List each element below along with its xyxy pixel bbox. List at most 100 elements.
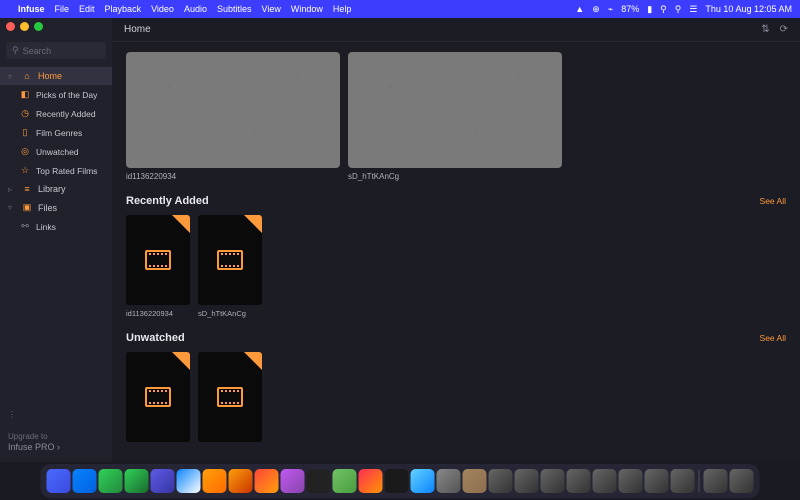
sidebar-item-label: Library — [38, 184, 66, 194]
dock-app-finder[interactable] — [47, 469, 71, 493]
sidebar-item-label: Film Genres — [36, 128, 82, 138]
macos-dock — [41, 464, 760, 498]
upgrade-promo[interactable]: ⋮ Upgrade to Infuse PRO › — [0, 402, 112, 462]
search-placeholder: Search — [23, 46, 52, 56]
dock-app[interactable] — [489, 469, 513, 493]
dock-app[interactable] — [333, 469, 357, 493]
dock-app-vlc[interactable] — [645, 469, 669, 493]
menu-window[interactable]: Window — [291, 4, 323, 14]
menu-subtitles[interactable]: Subtitles — [217, 4, 252, 14]
dock-app[interactable] — [281, 469, 305, 493]
dock-app[interactable] — [515, 469, 539, 493]
library-icon: ≡ — [22, 184, 32, 194]
dock-app-music[interactable] — [359, 469, 383, 493]
sidebar-item-home[interactable]: ▿ ⌂ Home — [0, 67, 112, 85]
dock-app[interactable] — [671, 469, 695, 493]
dock-app[interactable] — [619, 469, 643, 493]
dock-app-appstore[interactable] — [411, 469, 435, 493]
upgrade-line1: Upgrade to — [8, 432, 104, 442]
menu-playback[interactable]: Playback — [105, 4, 142, 14]
sidebar-item-toprated[interactable]: ☆ Top Rated Films — [0, 161, 112, 180]
window-traffic-lights — [6, 22, 43, 31]
hero-item: id1136220934 — [126, 52, 340, 181]
chevron-down-icon: ▿ — [8, 72, 16, 81]
menu-help[interactable]: Help — [333, 4, 352, 14]
media-tile[interactable]: sD_hTtKAnCg — [198, 215, 262, 318]
menu-file[interactable]: File — [55, 4, 70, 14]
dock-app[interactable] — [151, 469, 175, 493]
dock-trash[interactable] — [730, 469, 754, 493]
home-icon: ⌂ — [22, 71, 32, 81]
sidebar-item-label: Links — [36, 222, 56, 232]
menu-video[interactable]: Video — [151, 4, 174, 14]
corner-badge — [172, 352, 190, 370]
unwatched-row — [126, 352, 786, 442]
clock[interactable]: Thu 10 Aug 12:05 AM — [705, 4, 792, 14]
hero-item: sD_hTtKAnCg — [348, 52, 562, 181]
search-input[interactable]: ⚲ Search — [6, 42, 106, 59]
user-icon[interactable]: ▲ — [575, 4, 584, 14]
hero-card[interactable] — [126, 52, 340, 168]
dock-app[interactable] — [567, 469, 591, 493]
see-all-link[interactable]: See All — [760, 196, 786, 206]
battery-text[interactable]: 87% — [621, 4, 639, 14]
section-header-recent: Recently Added See All — [126, 195, 786, 207]
minimize-window-button[interactable] — [20, 22, 29, 31]
dock-app-settings[interactable] — [437, 469, 461, 493]
sidebar-item-genres[interactable]: ▯ Film Genres — [0, 123, 112, 142]
media-tile[interactable]: id1136220934 — [126, 215, 190, 318]
content-header: Home ⇅ ⟳ — [112, 18, 800, 42]
sidebar-item-recent[interactable]: ◷ Recently Added — [0, 104, 112, 123]
bluetooth-icon[interactable]: ⌁ — [608, 4, 613, 15]
chevron-right-icon: › — [57, 442, 60, 452]
picks-icon: ◧ — [20, 89, 30, 100]
sidebar-item-links[interactable]: ⚯ Links — [0, 217, 112, 236]
sidebar-item-picks[interactable]: ◧ Picks of the Day — [0, 85, 112, 104]
media-thumb — [126, 215, 190, 305]
sidebar-item-files[interactable]: ▿ ▣ Files — [0, 198, 112, 217]
control-center-icon[interactable]: ☰ — [689, 4, 697, 15]
sidebar-item-unwatched[interactable]: ◎ Unwatched — [0, 142, 112, 161]
sidebar-item-library[interactable]: ▹ ≡ Library — [0, 180, 112, 198]
close-window-button[interactable] — [6, 22, 15, 31]
media-tile[interactable] — [126, 352, 190, 442]
dock-app-vscode[interactable] — [593, 469, 617, 493]
see-all-link[interactable]: See All — [760, 333, 786, 343]
dock-app-mail[interactable] — [177, 469, 201, 493]
dock-app[interactable] — [255, 469, 279, 493]
hero-row: id1136220934 sD_hTtKAnCg — [126, 52, 786, 181]
dock-app[interactable] — [307, 469, 331, 493]
menu-audio[interactable]: Audio — [184, 4, 207, 14]
dock-app[interactable] — [203, 469, 227, 493]
dock-app-facetime[interactable] — [125, 469, 149, 493]
wifi-icon[interactable]: ⚲ — [660, 4, 667, 15]
sidebar-item-label: Files — [38, 203, 57, 213]
sidebar-item-label: Top Rated Films — [36, 166, 97, 176]
dock-app-tv[interactable] — [385, 469, 409, 493]
dock-app[interactable] — [229, 469, 253, 493]
media-thumb — [198, 215, 262, 305]
dock-separator — [699, 470, 700, 492]
menu-view[interactable]: View — [262, 4, 281, 14]
app-name[interactable]: Infuse — [18, 4, 45, 14]
sort-icon[interactable]: ⇅ — [761, 24, 769, 35]
recent-row: id1136220934 sD_hTtKAnCg — [126, 215, 786, 318]
zoom-window-button[interactable] — [34, 22, 43, 31]
upgrade-line2: Infuse PRO — [8, 442, 55, 452]
dock-app[interactable] — [541, 469, 565, 493]
sidebar-item-label: Unwatched — [36, 147, 79, 157]
dock-app-messages[interactable] — [99, 469, 123, 493]
dock-app[interactable] — [463, 469, 487, 493]
chevron-right-icon: ▹ — [8, 185, 16, 194]
copilot-icon[interactable]: ⊕ — [592, 4, 600, 15]
menu-edit[interactable]: Edit — [79, 4, 95, 14]
media-tile[interactable] — [198, 352, 262, 442]
search-icon[interactable]: ⚲ — [675, 4, 682, 15]
hero-card[interactable] — [348, 52, 562, 168]
folder-icon: ▣ — [22, 202, 32, 213]
battery-icon[interactable]: ▮ — [647, 4, 652, 15]
refresh-icon[interactable]: ⟳ — [780, 24, 788, 35]
dock-app-safari[interactable] — [73, 469, 97, 493]
dock-downloads[interactable] — [704, 469, 728, 493]
film-icon: ▯ — [20, 127, 30, 138]
